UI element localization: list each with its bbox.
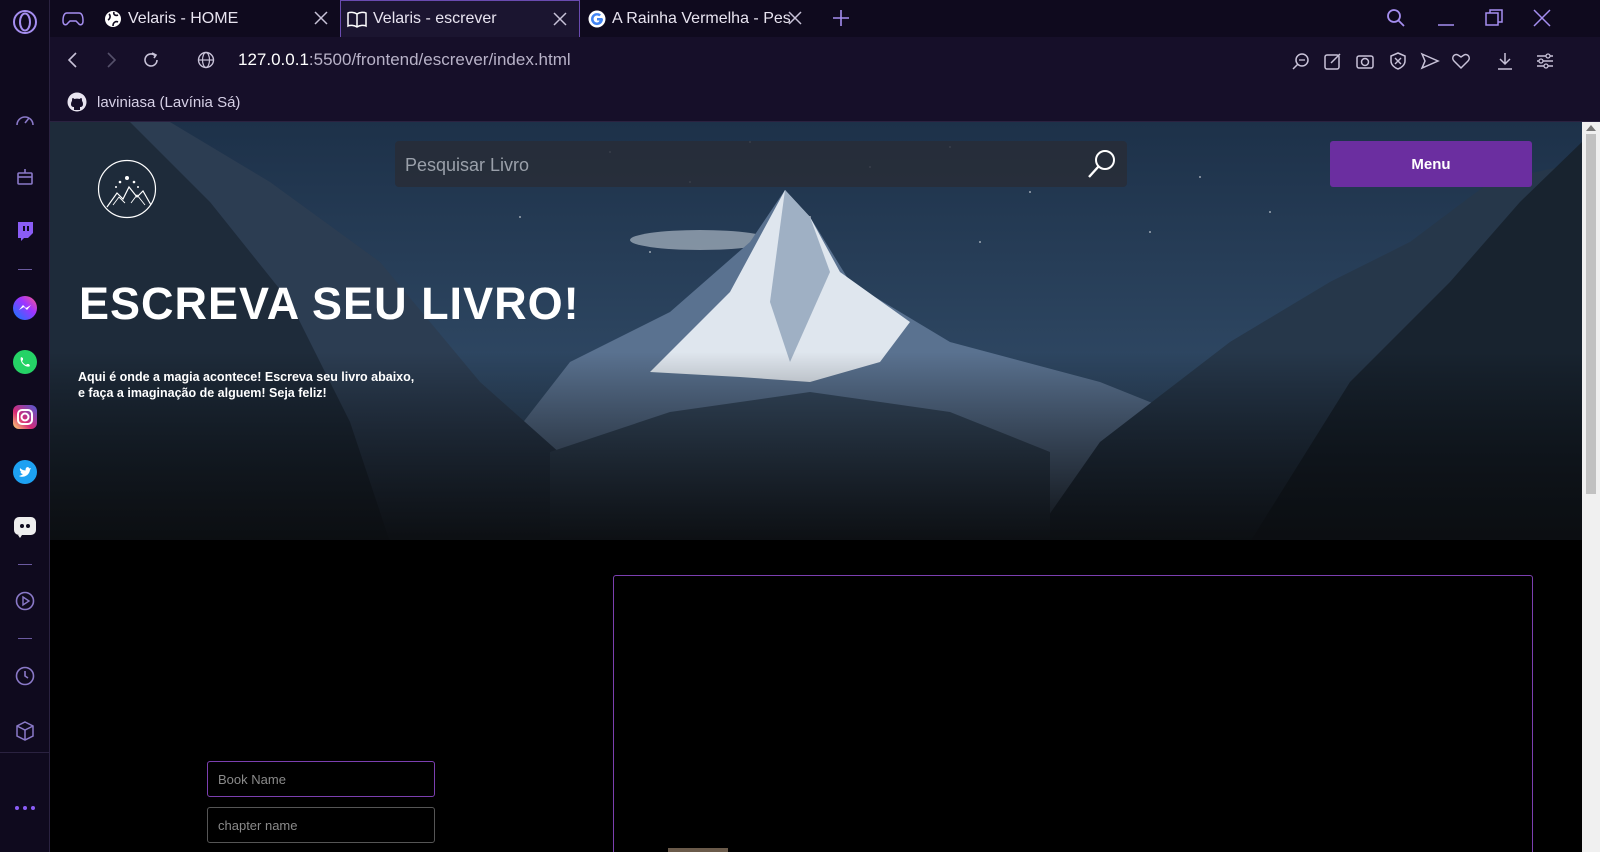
sidebar-divider bbox=[18, 638, 32, 639]
sidebar-divider bbox=[18, 564, 32, 565]
chapter-name-placeholder: chapter name bbox=[218, 818, 298, 833]
scroll-up-arrow-icon[interactable] bbox=[1586, 125, 1596, 131]
tab-velaris-home[interactable]: Velaris - HOME bbox=[98, 0, 340, 37]
subtitle-line: e faça a imaginação de alguem! Seja feli… bbox=[78, 386, 327, 400]
tab-title: Velaris - escrever bbox=[373, 10, 497, 27]
search-placeholder: Pesquisar Livro bbox=[405, 155, 530, 175]
close-tab-icon[interactable] bbox=[786, 9, 804, 27]
twitch-icon[interactable] bbox=[10, 216, 40, 246]
menu-button[interactable]: Menu bbox=[1330, 141, 1532, 187]
more-dots-icon[interactable] bbox=[10, 793, 40, 823]
velaris-logo-icon[interactable] bbox=[97, 159, 157, 219]
github-icon bbox=[67, 92, 87, 112]
google-favicon-icon bbox=[588, 10, 606, 27]
tab-rainha-vermelha[interactable]: A Rainha Vermelha - Pesqu bbox=[580, 0, 820, 37]
reload-icon[interactable] bbox=[142, 51, 160, 69]
tab-bar: Velaris - HOME Velaris - escrever A Rain… bbox=[50, 0, 1600, 37]
scrollbar-thumb[interactable] bbox=[1586, 134, 1596, 494]
sidebar-divider bbox=[18, 269, 32, 270]
globe-favicon-icon bbox=[105, 10, 121, 27]
search-icon[interactable] bbox=[1085, 147, 1119, 181]
page-title: ESCREVA SEU LIVRO! bbox=[79, 278, 580, 329]
page-scrollbar[interactable] bbox=[1582, 122, 1600, 852]
browser-sidebar bbox=[0, 0, 50, 852]
easy-setup-icon[interactable] bbox=[1535, 51, 1555, 71]
whatsapp-icon[interactable] bbox=[10, 347, 40, 377]
tab-search-icon[interactable] bbox=[1386, 8, 1406, 28]
book-name-placeholder: Book Name bbox=[218, 772, 286, 787]
url-host: 127.0.0.1 bbox=[238, 50, 309, 69]
ai-assistant-icon[interactable] bbox=[10, 162, 40, 192]
hero-banner: Pesquisar Livro Menu ESCREVA SEU LIVRO! … bbox=[50, 122, 1582, 540]
download-icon[interactable] bbox=[1495, 51, 1515, 71]
bookmark-label: laviniasa (Lavínia Sá) bbox=[97, 93, 241, 111]
forward-icon[interactable] bbox=[102, 51, 120, 69]
discord-icon[interactable] bbox=[10, 512, 40, 542]
messenger-icon[interactable] bbox=[10, 293, 40, 323]
minimize-icon[interactable] bbox=[1436, 8, 1456, 28]
subtitle-line: Aqui é onde a magia acontece! Escreva se… bbox=[78, 370, 415, 384]
twitter-icon[interactable] bbox=[10, 457, 40, 487]
adblock-shield-icon[interactable] bbox=[1388, 51, 1408, 71]
web-page: Pesquisar Livro Menu ESCREVA SEU LIVRO! … bbox=[50, 122, 1582, 852]
tab-title: A Rainha Vermelha - Pesqu bbox=[612, 9, 790, 27]
site-info-globe-icon[interactable] bbox=[197, 51, 215, 69]
address-bar: 127.0.0.1:5500/frontend/escrever/index.h… bbox=[50, 37, 1600, 84]
restore-icon[interactable] bbox=[1484, 8, 1504, 28]
workspace-gamepad-icon[interactable] bbox=[50, 0, 90, 37]
url-path: :5500/frontend/escrever/index.html bbox=[308, 50, 571, 69]
close-tab-icon[interactable] bbox=[312, 9, 330, 27]
history-clock-icon[interactable] bbox=[10, 661, 40, 691]
opera-logo-icon[interactable] bbox=[10, 7, 40, 37]
book-text-editor[interactable] bbox=[613, 575, 1533, 852]
snapshot-camera-icon[interactable] bbox=[1355, 51, 1375, 71]
book-search-input[interactable]: Pesquisar Livro bbox=[395, 141, 1127, 187]
edit-share-icon[interactable] bbox=[1323, 51, 1343, 71]
player-icon[interactable] bbox=[10, 586, 40, 616]
bookmarks-bar: laviniasa (Lavínia Sá) bbox=[50, 84, 1600, 122]
horizontal-scrollbar-thumb[interactable] bbox=[668, 848, 728, 852]
send-icon[interactable] bbox=[1420, 51, 1440, 71]
page-subtitle: Aqui é onde a magia acontece! Escreva se… bbox=[78, 369, 418, 401]
tab-title: Velaris - HOME bbox=[128, 9, 239, 27]
close-window-icon[interactable] bbox=[1532, 8, 1552, 28]
speed-dial-icon[interactable] bbox=[10, 106, 40, 136]
new-tab-plus-icon[interactable] bbox=[832, 9, 850, 27]
bookmark-github[interactable]: laviniasa (Lavínia Sá) bbox=[67, 92, 240, 112]
back-icon[interactable] bbox=[64, 51, 82, 69]
url-field[interactable]: 127.0.0.1:5500/frontend/escrever/index.h… bbox=[238, 50, 571, 70]
close-tab-icon[interactable] bbox=[551, 10, 569, 28]
bookmark-heart-icon[interactable] bbox=[1451, 51, 1471, 71]
tab-velaris-escrever[interactable]: Velaris - escrever bbox=[340, 0, 580, 37]
book-name-input[interactable]: Book Name bbox=[207, 761, 435, 797]
book-favicon-icon bbox=[347, 11, 367, 28]
zoom-icon[interactable] bbox=[1291, 51, 1311, 71]
sidebar-divider bbox=[0, 752, 50, 753]
instagram-icon[interactable] bbox=[10, 402, 40, 432]
extensions-cube-icon[interactable] bbox=[10, 716, 40, 746]
chapter-name-input[interactable]: chapter name bbox=[207, 807, 435, 843]
